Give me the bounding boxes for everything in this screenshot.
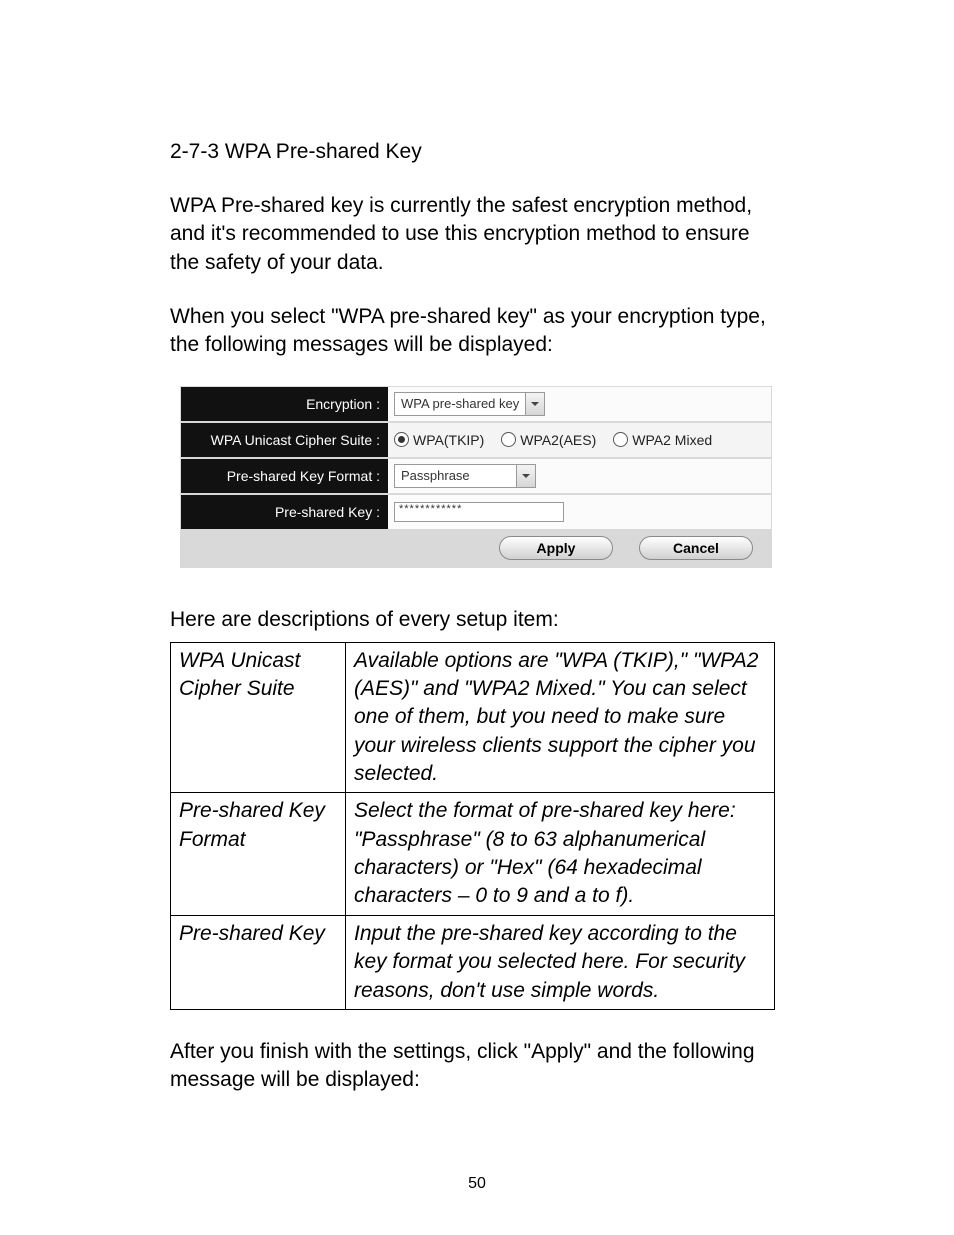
after-paragraph: After you finish with the settings, clic…: [170, 1038, 784, 1095]
cipher-option-label: WPA2(AES): [520, 432, 596, 448]
cipher-option-label: WPA(TKIP): [413, 432, 484, 448]
table-row: Pre-shared Key Format Select the format …: [171, 793, 775, 915]
cipher-option-label: WPA2 Mixed: [632, 432, 712, 448]
definition-cell: Input the pre-shared key according to th…: [346, 915, 775, 1009]
cipher-option-wpa2-aes[interactable]: WPA2(AES): [501, 432, 596, 448]
term-cell: Pre-shared Key Format: [171, 793, 346, 915]
intro-paragraph-1: WPA Pre-shared key is currently the safe…: [170, 192, 784, 277]
cipher-suite-label: WPA Unicast Cipher Suite :: [181, 423, 388, 457]
wpa-settings-panel: Encryption : WPA pre-shared key WPA Unic…: [180, 386, 772, 568]
cipher-option-wpa-tkip[interactable]: WPA(TKIP): [394, 432, 484, 448]
key-format-select[interactable]: Passphrase: [394, 464, 536, 488]
radio-icon: [394, 432, 409, 447]
key-format-label: Pre-shared Key Format :: [181, 459, 388, 493]
chevron-down-icon: [525, 393, 544, 415]
apply-button[interactable]: Apply: [499, 536, 613, 560]
chevron-down-icon: [516, 465, 535, 487]
description-table: WPA Unicast Cipher Suite Available optio…: [170, 642, 775, 1010]
preshared-key-input[interactable]: ************: [394, 502, 564, 522]
table-row: WPA Unicast Cipher Suite Available optio…: [171, 642, 775, 793]
encryption-select[interactable]: WPA pre-shared key: [394, 392, 545, 416]
intro-paragraph-2: When you select "WPA pre-shared key" as …: [170, 303, 784, 360]
definition-cell: Select the format of pre-shared key here…: [346, 793, 775, 915]
definition-cell: Available options are "WPA (TKIP)," "WPA…: [346, 642, 775, 793]
encryption-label: Encryption :: [181, 387, 388, 421]
term-cell: WPA Unicast Cipher Suite: [171, 642, 346, 793]
term-cell: Pre-shared Key: [171, 915, 346, 1009]
section-heading: 2-7-3 WPA Pre-shared Key: [170, 140, 784, 164]
key-format-select-value: Passphrase: [395, 468, 516, 483]
radio-icon: [501, 432, 516, 447]
cancel-button[interactable]: Cancel: [639, 536, 753, 560]
cipher-option-wpa2-mixed[interactable]: WPA2 Mixed: [613, 432, 712, 448]
description-intro: Here are descriptions of every setup ite…: [170, 608, 784, 632]
table-row: Pre-shared Key Input the pre-shared key …: [171, 915, 775, 1009]
preshared-key-label: Pre-shared Key :: [181, 495, 388, 529]
radio-icon: [613, 432, 628, 447]
encryption-select-value: WPA pre-shared key: [395, 396, 525, 411]
page-number: 50: [170, 1175, 784, 1193]
